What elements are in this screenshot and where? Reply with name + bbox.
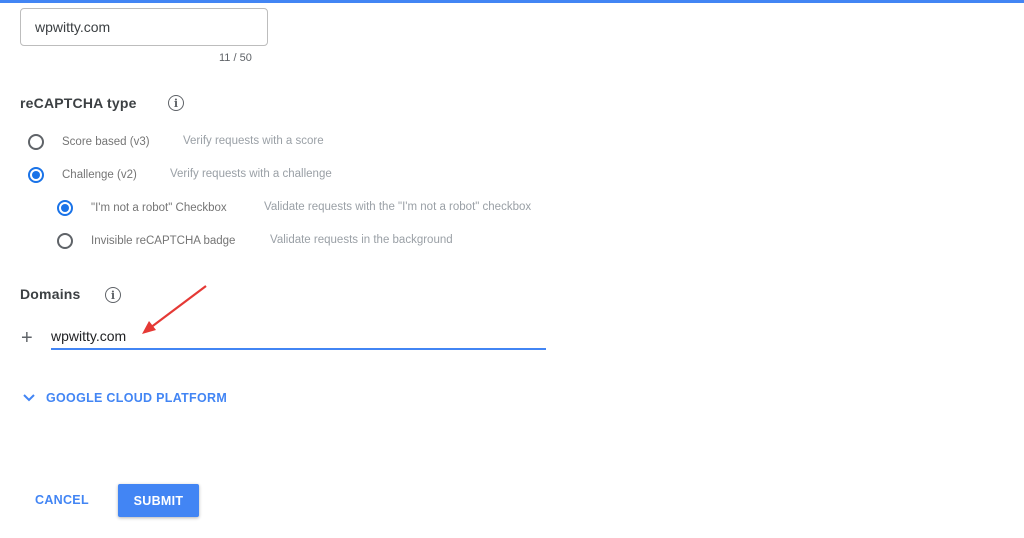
arrow-shaft bbox=[149, 285, 207, 329]
info-icon[interactable]: i bbox=[168, 95, 184, 111]
domain-input-value: wpwitty.com bbox=[51, 328, 127, 344]
option-description: Validate requests with the "I'm not a ro… bbox=[264, 201, 532, 213]
option-description: Verify requests with a score bbox=[183, 135, 324, 147]
submit-button[interactable]: SUBMIT bbox=[118, 484, 199, 517]
radio-button-selected[interactable] bbox=[57, 200, 73, 216]
top-accent-bar bbox=[0, 0, 1024, 3]
red-arrow-annotation bbox=[142, 285, 207, 334]
label-input[interactable]: wpwitty.com bbox=[20, 8, 268, 46]
domains-title: Domains bbox=[20, 286, 81, 302]
option-label: Score based (v3) bbox=[62, 136, 150, 148]
radio-challenge[interactable]: Challenge (v2) bbox=[28, 165, 137, 185]
google-cloud-platform-toggle[interactable]: GOOGLE CLOUD PLATFORM bbox=[23, 391, 227, 405]
label-input-value: wpwitty.com bbox=[35, 19, 111, 35]
arrow-head bbox=[142, 321, 156, 334]
radio-score-based[interactable]: Score based (v3) bbox=[28, 132, 150, 152]
info-icon[interactable]: i bbox=[105, 287, 121, 303]
radio-invisible-badge[interactable]: Invisible reCAPTCHA badge bbox=[57, 231, 235, 251]
radio-button-selected[interactable] bbox=[28, 167, 44, 183]
radio-button[interactable] bbox=[57, 233, 73, 249]
gcp-label: GOOGLE CLOUD PLATFORM bbox=[46, 391, 228, 405]
domain-input[interactable]: wpwitty.com bbox=[51, 328, 546, 350]
option-label: Challenge (v2) bbox=[62, 169, 137, 181]
option-description: Validate requests in the background bbox=[270, 234, 453, 246]
radio-checkbox-challenge[interactable]: "I'm not a robot" Checkbox bbox=[57, 198, 227, 218]
cancel-button[interactable]: CANCEL bbox=[35, 493, 89, 507]
option-label: Invisible reCAPTCHA badge bbox=[91, 235, 236, 247]
plus-icon[interactable]: + bbox=[21, 328, 33, 348]
recaptcha-type-title: reCAPTCHA type bbox=[20, 95, 137, 111]
chevron-down-icon bbox=[23, 394, 35, 402]
radio-button[interactable] bbox=[28, 134, 44, 150]
option-description: Verify requests with a challenge bbox=[170, 168, 332, 180]
option-label: "I'm not a robot" Checkbox bbox=[91, 202, 227, 214]
character-counter: 11 / 50 bbox=[219, 52, 252, 64]
